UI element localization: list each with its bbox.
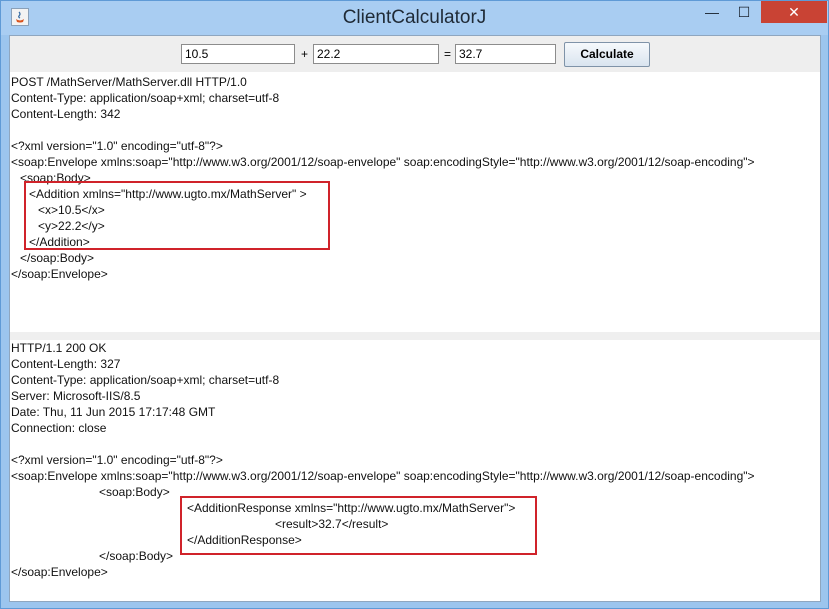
response-line: Content-Length: 327: [11, 357, 121, 371]
response-line: </soap:Envelope>: [11, 565, 108, 579]
response-line: </soap:Body>: [99, 549, 174, 563]
client-area: + = Calculate POST /MathServer/MathServe…: [9, 35, 821, 602]
request-line: <?xml version="1.0" encoding="utf-8"?>: [11, 139, 223, 153]
operand-a-input[interactable]: [181, 44, 295, 64]
response-line: Server: Microsoft-IIS/8.5: [11, 389, 141, 403]
response-line: <?xml version="1.0" encoding="utf-8"?>: [11, 453, 223, 467]
request-text-area[interactable]: POST /MathServer/MathServer.dll HTTP/1.0…: [10, 74, 820, 332]
request-line: Content-Type: application/soap+xml; char…: [11, 91, 280, 105]
split-pane-divider[interactable]: [10, 332, 820, 340]
request-line: </soap:Body>: [20, 251, 95, 265]
response-line: <soap:Body>: [99, 485, 170, 499]
equals-sign: =: [444, 47, 452, 61]
addition-highlight-box: [24, 181, 330, 250]
close-button[interactable]: ✕: [761, 1, 827, 23]
request-line: </soap:Envelope>: [11, 267, 108, 281]
title-bar[interactable]: ClientCalculatorJ — ☐ ✕: [1, 1, 828, 35]
response-line: Content-Type: application/soap+xml; char…: [11, 373, 280, 387]
request-line: <soap:Envelope xmlns:soap="http://www.w3…: [11, 155, 755, 169]
response-line: <soap:Envelope xmlns:soap="http://www.w3…: [11, 469, 755, 483]
minimize-button[interactable]: —: [696, 1, 728, 23]
maximize-button[interactable]: ☐: [728, 1, 760, 23]
response-line: HTTP/1.1 200 OK: [11, 341, 107, 355]
response-line: Connection: close: [11, 421, 107, 435]
response-text-area[interactable]: HTTP/1.1 200 OK Content-Length: 327 Cont…: [10, 340, 820, 599]
calculator-toolbar: + = Calculate: [10, 36, 820, 72]
app-window: ClientCalculatorJ — ☐ ✕ + = Calculate PO…: [0, 0, 829, 609]
result-input[interactable]: [455, 44, 556, 64]
calculate-button[interactable]: Calculate: [564, 42, 650, 67]
request-line: Content-Length: 342: [11, 107, 121, 121]
request-line: POST /MathServer/MathServer.dll HTTP/1.0: [11, 75, 247, 89]
response-line: Date: Thu, 11 Jun 2015 17:17:48 GMT: [11, 405, 216, 419]
operand-b-input[interactable]: [313, 44, 439, 64]
plus-operator: +: [301, 47, 309, 61]
addition-response-highlight-box: [180, 496, 537, 555]
